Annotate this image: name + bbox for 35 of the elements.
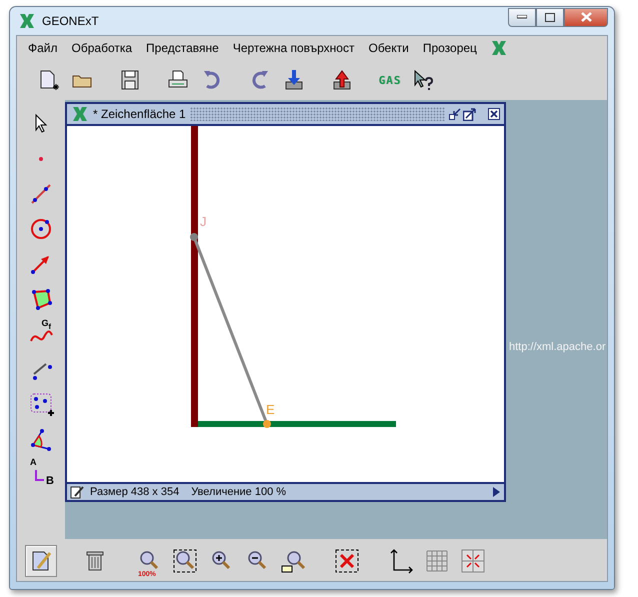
point-marker[interactable] — [190, 233, 198, 241]
maximize-window-icon[interactable] — [463, 108, 476, 120]
snap-grid-icon — [460, 548, 486, 574]
menu-item[interactable]: Обработка — [64, 41, 140, 55]
delete-x-icon — [334, 548, 360, 574]
window-title: GEONExT — [42, 14, 99, 28]
window-logo-icon — [71, 106, 89, 122]
close-window-icon[interactable] — [488, 108, 500, 120]
menu-item[interactable]: Чертежна повърхност — [226, 41, 362, 55]
pencil-page-icon — [70, 486, 84, 498]
magnifier-frame-icon — [172, 548, 198, 574]
menu-item[interactable]: Прозорец — [416, 41, 484, 55]
menu-item[interactable]: Файл — [21, 41, 65, 55]
maximize-icon — [545, 12, 555, 22]
point-label: E — [266, 402, 275, 417]
minimize-icon — [517, 15, 527, 19]
zoom-level-text: Увеличение 100 % — [191, 486, 286, 498]
help-pointer-icon[interactable] — [412, 68, 436, 92]
point-marker[interactable] — [263, 420, 271, 428]
menu-item[interactable]: Представяне — [139, 41, 226, 55]
triangle-right-icon[interactable] — [493, 487, 500, 497]
menu-item[interactable]: Обекти — [361, 41, 416, 55]
close-button[interactable] — [564, 8, 608, 26]
url-text: http://xml.apache.or — [509, 341, 606, 353]
minimize-button[interactable] — [508, 8, 536, 26]
maximize-button[interactable] — [536, 8, 564, 26]
drawing-window-title: * Zeichenfläche 1 — [93, 107, 186, 121]
minimize-window-icon[interactable] — [449, 108, 461, 120]
tool-button[interactable] — [25, 545, 57, 577]
axes-icon — [388, 548, 414, 574]
close-icon — [580, 12, 592, 22]
point-label: J — [200, 214, 206, 229]
canvas-size-text: Размер 438 x 354 — [90, 486, 180, 498]
grid-icon — [424, 548, 450, 574]
app-logo-icon — [18, 13, 36, 29]
